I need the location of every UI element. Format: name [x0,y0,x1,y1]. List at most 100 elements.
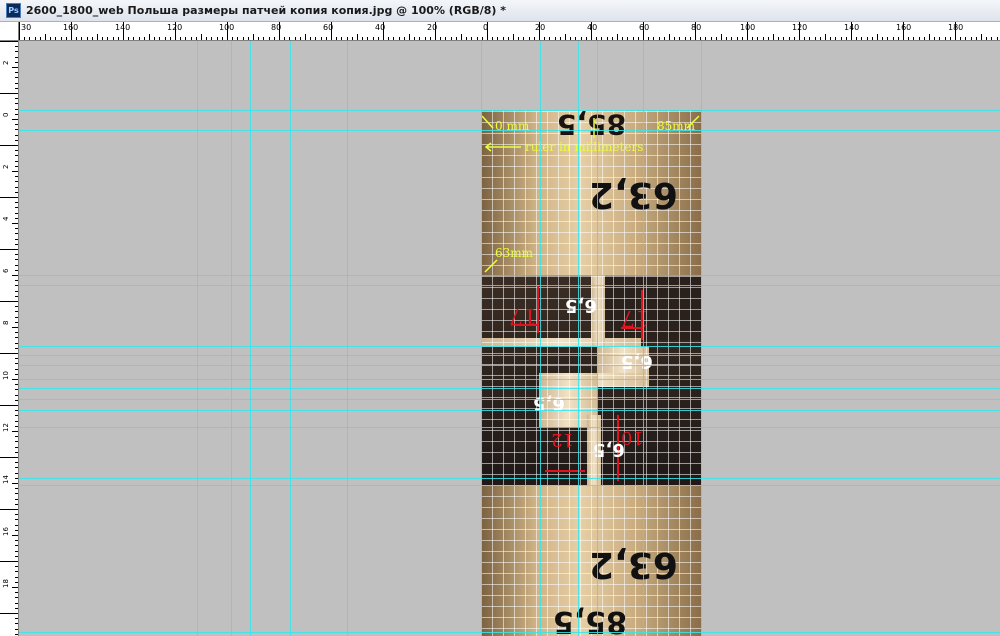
ruler-tick [15,243,18,245]
ruler-tick [721,34,722,40]
ruler-tick [362,37,364,40]
ruler-tick [15,566,18,568]
ruler-tick [705,37,707,40]
ruler-tick [15,363,18,365]
ruler-tick [15,410,18,412]
ruler-tick [544,37,546,40]
horizontal-guide[interactable] [19,478,1000,479]
horizontal-guide[interactable] [19,410,1000,411]
ruler-tick [445,37,447,40]
ruler-tick [15,519,18,521]
ruler-tick [15,108,18,110]
ruler-tick [15,451,18,453]
ruler-origin[interactable] [0,22,19,41]
horizontal-guide[interactable] [19,275,1000,276]
ruler-tick [15,160,18,162]
ruler-tick [949,37,951,40]
ruler-tick [45,34,46,40]
ruler-tick [736,37,738,40]
ruler-tick [12,119,18,120]
ruler-tick [143,37,145,40]
horizontal-guide[interactable] [19,365,1000,366]
h-ruler-label: 80 [271,23,282,32]
document-tab[interactable]: Ps 2600_1800_web Польша размеры патчей к… [0,0,1000,22]
ruler-tick [513,34,514,40]
v-ruler-label: 6 [2,268,10,273]
ruler-tick [788,37,790,40]
horizontal-guide[interactable] [19,130,1000,131]
ruler-tick [15,472,18,474]
horizontal-guide[interactable] [19,355,1000,356]
ruler-tick [15,295,18,297]
ruler-tick [268,37,270,40]
horizontal-guide[interactable] [19,379,1000,380]
ruler-tick [975,37,977,40]
h-ruler-label: 160 [896,23,912,32]
h-ruler-label: 60 [323,23,334,32]
ruler-tick [351,37,353,40]
ruler-tick [757,37,759,40]
ruler-tick [471,37,473,40]
ruler-tick [606,37,608,40]
ruler-tick [783,37,785,40]
ruler-tick [653,37,655,40]
h-ruler-label: 40 [375,23,386,32]
horizontal-guide[interactable] [19,346,1000,347]
horizontal-guide[interactable] [19,399,1000,400]
ruler-tick [773,34,774,40]
ruler-tick [15,373,18,375]
ruler-tick [12,379,18,380]
ruler-tick [0,145,18,146]
ruler-tick [481,37,483,40]
ruler-tick [970,37,972,40]
vertical-ruler[interactable]: 2 0 2 4 6 8 10 12 14 16 18 [0,41,19,636]
horizontal-guide[interactable] [19,485,1000,486]
ruler-tick [15,633,18,635]
ruler-tick [0,353,18,354]
ruler-tick [232,37,234,40]
horizontal-guide[interactable] [19,285,1000,286]
ruler-tick [440,37,442,40]
horizontal-guide[interactable] [19,388,1000,389]
v-ruler-label: 2 [2,60,10,65]
ruler-tick [15,415,18,417]
ruler-tick [689,37,691,40]
horizontal-guide[interactable] [19,427,1000,428]
ruler-tick [39,37,41,40]
ruler-tick [346,37,348,40]
h-ruler-label: 60 [639,23,650,32]
ruler-tick [284,37,286,40]
ruler-tick [580,37,582,40]
ruler-tick [996,37,998,40]
horizontal-ruler[interactable]: 30 160 140 120 100 80 60 40 20 0 20 40 6… [19,22,1000,41]
ruler-tick [15,384,18,386]
h-ruler-label: 160 [63,23,79,32]
document-canvas[interactable]: 85,5 63,2 6,5 6,5 6,5 6,5 17 17 12 10 63… [19,41,1000,636]
ruler-tick [15,493,18,495]
ruler-tick [15,477,18,479]
ruler-tick [15,176,18,178]
ruler-tick [585,37,587,40]
ruler-tick [159,37,161,40]
horizontal-guide[interactable] [19,632,1000,633]
ruler-tick [15,597,18,599]
ruler-tick [15,347,18,349]
ruler-tick [0,613,18,614]
ruler-tick [15,212,18,214]
ruler-tick [15,238,18,240]
ruler-tick [164,37,166,40]
ruler-tick [523,37,525,40]
ruler-tick [305,34,306,40]
ruler-tick [455,37,457,40]
ruler-tick [0,249,18,250]
ruler-tick [804,37,806,40]
horizontal-guide[interactable] [19,110,1000,111]
ruler-tick [341,37,343,40]
ruler-tick [138,37,140,40]
v-ruler-label: 8 [2,320,10,325]
ruler-tick [986,37,988,40]
ruler-tick [15,186,18,188]
ruler-tick [814,37,816,40]
ruler-tick [15,321,18,323]
red-dimension-label: 17 [509,303,537,328]
